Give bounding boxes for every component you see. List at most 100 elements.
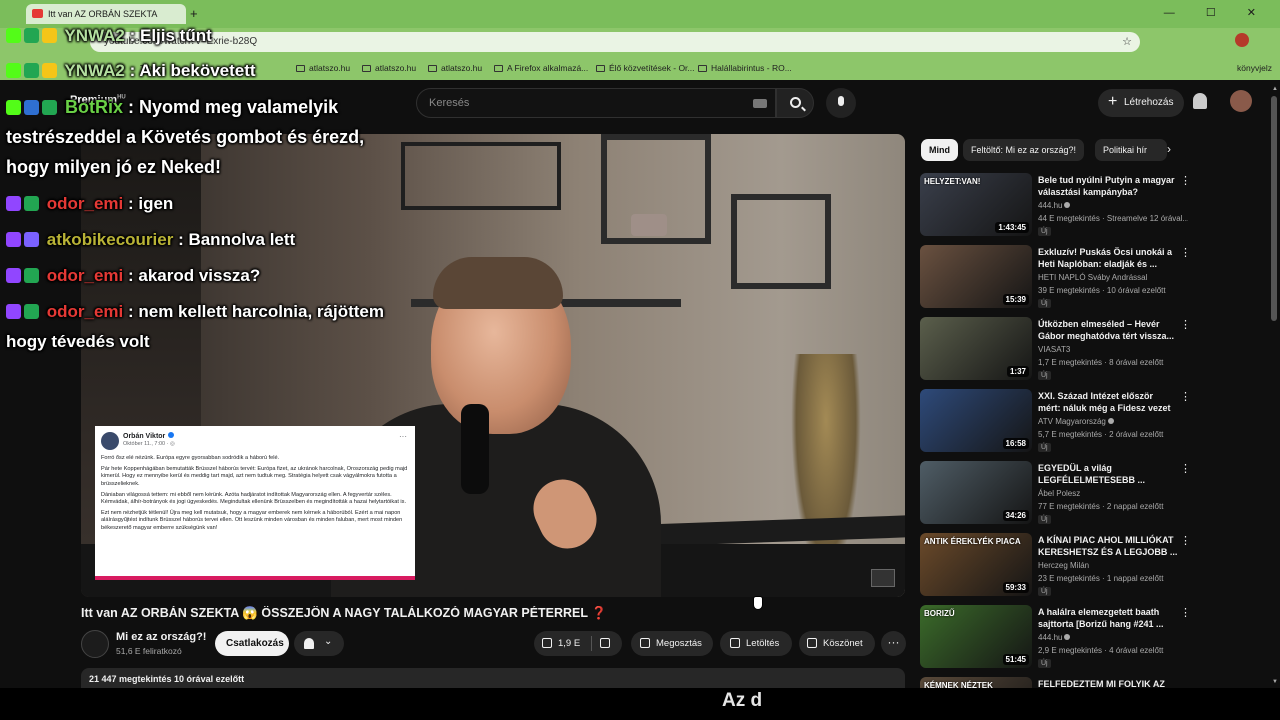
star-icon[interactable]: ☆ <box>1122 35 1132 48</box>
kebab-menu-icon[interactable]: ⋮ <box>1180 534 1191 547</box>
caption-bar <box>0 688 1280 720</box>
voice-search-icon[interactable] <box>826 88 856 118</box>
share-button[interactable]: Megosztás <box>631 631 713 656</box>
recommendation-channel[interactable]: 444.hu <box>1038 633 1071 642</box>
kick-badge-icon <box>6 28 21 43</box>
fb-author-avatar <box>101 432 119 450</box>
video-thumbnail[interactable]: 15:39 <box>920 245 1032 308</box>
kebab-menu-icon[interactable]: ⋮ <box>1180 174 1191 187</box>
recommendation-title[interactable]: A halálra elemezgetett baath sajttorta [… <box>1038 606 1178 630</box>
recommendation-channel[interactable]: Ábel Polesz <box>1038 489 1080 498</box>
recommendation-channel[interactable]: HETI NAPLÓ Sváby Andrással <box>1038 273 1147 282</box>
bookmarks-other[interactable]: könyvjelz <box>1237 63 1272 73</box>
bookmark-item[interactable]: Élő közvetítések - Or... <box>596 63 695 73</box>
chip-all[interactable]: Mind <box>921 139 958 161</box>
channel-watermark-icon[interactable] <box>871 569 895 587</box>
video-thumbnail[interactable]: 1:37 <box>920 317 1032 380</box>
video-thumbnail[interactable]: BORIZŰ 51:45 <box>920 605 1032 668</box>
channel-name-text: HETI NAPLÓ Sváby Andrással <box>1038 273 1148 282</box>
twitch-badge-icon <box>6 304 21 319</box>
new-badge: Új <box>1038 371 1051 380</box>
browser-profile-icon[interactable] <box>1235 33 1249 47</box>
kebab-menu-icon[interactable]: ⋮ <box>1180 390 1191 403</box>
verified-icon <box>1064 634 1071 640</box>
avatar[interactable] <box>1230 90 1252 112</box>
recommendation-title[interactable]: A KÍNAI PIAC AHOL MILLIÓKAT KERESHETSZ É… <box>1038 534 1178 558</box>
recommendation-item[interactable]: HELYZET:VAN! 1:43:45 Bele tud nyúlni Putyi… <box>920 173 1191 237</box>
video-thumbnail[interactable]: ANTIK ÉREKLYÉK PIACA 59:33 <box>920 533 1032 596</box>
keyboard-icon[interactable] <box>753 99 767 108</box>
search-input[interactable]: Keresés <box>416 88 776 118</box>
channel-avatar[interactable] <box>81 630 109 658</box>
recommendation-item[interactable]: 15:39 Exkluzív! Puskás Öcsi unokái a Heti… <box>920 245 1191 309</box>
kebab-menu-icon[interactable]: ⋮ <box>1180 462 1191 475</box>
create-button[interactable]: Létrehozás <box>1098 89 1184 117</box>
recommendation-item[interactable]: 1:37 Útközben elmeséled – Hevér Gábor meg… <box>920 317 1191 381</box>
twitch-badge-icon <box>6 268 21 283</box>
recommendation-item[interactable]: 34:26 EGYEDÜL a világ LEGFÉLELMETESEBB ..… <box>920 461 1191 525</box>
recommendation-item[interactable]: BORIZŰ 51:45 A halálra elemezgetett baath … <box>920 605 1191 669</box>
bookmark-item[interactable]: atlatszo.hu <box>362 63 416 73</box>
description-box[interactable]: 21 447 megtekintés 10 órával ezelőtt <box>81 668 905 688</box>
new-tab-button[interactable]: + <box>190 6 198 21</box>
chat-username: YNWA2 <box>64 61 125 80</box>
recommendation-title[interactable]: Exkluzív! Puskás Öcsi unokái a Heti Napl… <box>1038 246 1178 270</box>
thanks-button[interactable]: Köszönet <box>799 631 875 656</box>
recommendation-item[interactable]: 16:58 XXI. Század Intézet először mért: n… <box>920 389 1191 453</box>
fb-post-body: Forró ősz elé nézünk. Európa egyre gyors… <box>101 455 411 536</box>
folder-icon <box>362 65 371 72</box>
diamond-badge-icon <box>24 28 39 43</box>
chat-text: Nyomd meg valamelyik <box>139 97 339 117</box>
recommendation-channel[interactable]: 444.hu <box>1038 201 1071 210</box>
scroll-down-arrow-icon[interactable]: ▼ <box>1272 679 1278 685</box>
browser-tab[interactable]: Itt van AZ ORBÁN SZEKTA <box>26 4 186 24</box>
bookmark-item[interactable]: Halállabirintus - RO... <box>698 63 792 73</box>
kebab-menu-icon[interactable]: ⋮ <box>1180 606 1191 619</box>
recommendation-channel[interactable]: ATV Magyarország <box>1038 417 1114 426</box>
chat-message-continuation: hogy tévedés volt <box>6 332 150 351</box>
like-count: 1,9 E <box>558 638 581 649</box>
video-thumbnail[interactable]: 34:26 <box>920 461 1032 524</box>
recommendation-channel[interactable]: VIASAT3 <box>1038 345 1070 354</box>
window-controls[interactable]: — ☐ ✕ <box>1164 6 1270 19</box>
recommendation-title[interactable]: XXI. Század Intézet először mért: náluk … <box>1038 390 1178 414</box>
bookmark-item[interactable]: atlatszo.hu <box>296 63 350 73</box>
channel-name-text: 444.hu <box>1038 633 1063 642</box>
verified-icon <box>168 432 175 438</box>
subscription-bell-button[interactable]: ⌄ <box>294 631 344 656</box>
bookmark-item[interactable]: atlatszo.hu <box>428 63 482 73</box>
chip-uploader[interactable]: Feltöltő: Mi ez az ország?! <box>963 139 1085 161</box>
like-button[interactable]: 1,9 E <box>534 631 622 656</box>
mouse-cursor-icon <box>753 596 763 610</box>
scrollbar-thumb[interactable] <box>1271 96 1277 321</box>
twitch-badge-icon <box>6 196 21 211</box>
address-bar[interactable]: youtube.com/watch?v=Exrie-b28Q ☆ <box>90 32 1140 52</box>
channel-name[interactable]: Mi ez az ország?! <box>116 631 206 643</box>
chevron-right-icon[interactable]: › <box>1167 142 1171 156</box>
channel-name-text: Herczeg Milán <box>1038 561 1090 570</box>
kebab-menu-icon[interactable]: ⋮ <box>1180 246 1191 259</box>
more-actions-button[interactable]: ··· <box>881 631 906 656</box>
video-thumbnail[interactable]: HELYZET:VAN! 1:43:45 <box>920 173 1032 236</box>
kebab-menu-icon[interactable]: ⋮ <box>1180 318 1191 331</box>
recommendation-title[interactable]: EGYEDÜL a világ LEGFÉLELMETESEBB ... <box>1038 462 1178 486</box>
thumbs-down-icon[interactable] <box>600 638 610 648</box>
join-button[interactable]: Csatlakozás <box>215 631 289 656</box>
chip-politics[interactable]: Politikai hír <box>1095 139 1167 161</box>
folder-icon <box>596 65 605 72</box>
video-person-hair <box>433 257 563 309</box>
recommendation-title[interactable]: Útközben elmeséled – Hevér Gábor megható… <box>1038 318 1178 342</box>
search-button[interactable] <box>776 88 814 118</box>
chat-text: akarod vissza? <box>138 266 261 285</box>
video-shelf <box>731 194 831 289</box>
video-microphone <box>461 404 489 494</box>
recommendation-item[interactable]: ANTIK ÉREKLYÉK PIACA 59:33 A KÍNAI PIAC AH… <box>920 533 1191 597</box>
bookmark-item[interactable]: A Firefox alkalmazá... <box>494 63 588 73</box>
video-thumbnail[interactable]: 16:58 <box>920 389 1032 452</box>
scroll-up-arrow-icon[interactable]: ▲ <box>1272 86 1278 92</box>
recommendation-channel[interactable]: Herczeg Milán <box>1038 561 1089 570</box>
download-button[interactable]: Letöltés <box>720 631 792 656</box>
recommendation-title[interactable]: Bele tud nyúlni Putyin a magyar választá… <box>1038 174 1178 198</box>
notifications-bell-icon[interactable] <box>1193 93 1207 109</box>
chat-message: YNWA2 : Aki bekövetett <box>6 61 256 81</box>
